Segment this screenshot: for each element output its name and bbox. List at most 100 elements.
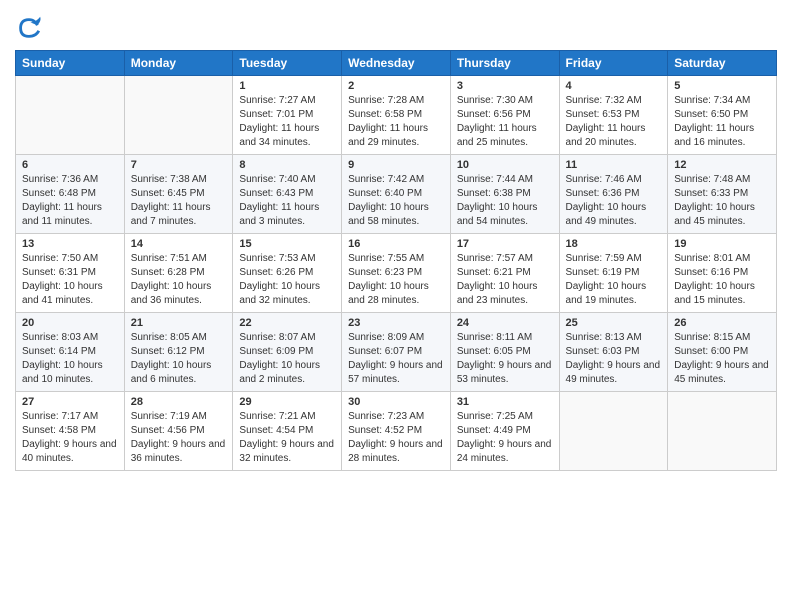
week-row-4: 20 Sunrise: 8:03 AMSunset: 6:14 PMDayligh… <box>16 313 777 392</box>
day-detail: Sunrise: 7:55 AMSunset: 6:23 PMDaylight:… <box>348 252 444 308</box>
day-detail: Sunrise: 7:59 AMSunset: 6:19 PMDaylight:… <box>566 252 662 308</box>
day-number: 5 <box>674 80 770 92</box>
day-number: 16 <box>348 238 444 250</box>
day-cell: 10 Sunrise: 7:44 AMSunset: 6:38 PMDayligh… <box>450 155 559 234</box>
weekday-header-friday: Friday <box>559 51 668 76</box>
day-detail: Sunrise: 7:44 AMSunset: 6:38 PMDaylight:… <box>457 173 553 229</box>
day-cell: 6 Sunrise: 7:36 AMSunset: 6:48 PMDaylight… <box>16 155 125 234</box>
week-row-1: 1 Sunrise: 7:27 AMSunset: 7:01 PMDaylight… <box>16 76 777 155</box>
day-cell <box>668 392 777 471</box>
day-number: 11 <box>566 159 662 171</box>
day-detail: Sunrise: 7:25 AMSunset: 4:49 PMDaylight:… <box>457 410 553 466</box>
day-cell <box>124 76 233 155</box>
day-detail: Sunrise: 7:32 AMSunset: 6:53 PMDaylight:… <box>566 94 662 150</box>
day-cell: 15Sunrise: 7:53 AMSunset: 6:26 PMDayligh… <box>233 234 342 313</box>
day-cell: 3 Sunrise: 7:30 AMSunset: 6:56 PMDaylight… <box>450 76 559 155</box>
day-cell: 24 Sunrise: 8:11 AMSunset: 6:05 PMDayligh… <box>450 313 559 392</box>
week-row-5: 27 Sunrise: 7:17 AMSunset: 4:58 PMDayligh… <box>16 392 777 471</box>
day-detail: Sunrise: 7:28 AMSunset: 6:58 PMDaylight:… <box>348 94 444 150</box>
day-number: 10 <box>457 159 553 171</box>
day-detail: Sunrise: 7:51 AMSunset: 6:28 PMDaylight:… <box>131 252 227 308</box>
day-cell: 25Sunrise: 8:13 AMSunset: 6:03 PMDayligh… <box>559 313 668 392</box>
day-cell: 19Sunrise: 8:01 AMSunset: 6:16 PMDayligh… <box>668 234 777 313</box>
day-cell: 26 Sunrise: 8:15 AMSunset: 6:00 PMDayligh… <box>668 313 777 392</box>
day-cell <box>16 76 125 155</box>
day-detail: Sunrise: 7:42 AMSunset: 6:40 PMDaylight:… <box>348 173 444 229</box>
day-cell: 4 Sunrise: 7:32 AMSunset: 6:53 PMDaylight… <box>559 76 668 155</box>
day-cell: 31 Sunrise: 7:25 AMSunset: 4:49 PMDayligh… <box>450 392 559 471</box>
day-detail: Sunrise: 7:23 AMSunset: 4:52 PMDaylight:… <box>348 410 444 466</box>
day-cell: 22Sunrise: 8:07 AMSunset: 6:09 PMDayligh… <box>233 313 342 392</box>
day-detail: Sunrise: 8:05 AMSunset: 6:12 PMDaylight:… <box>131 331 227 387</box>
day-detail: Sunrise: 7:38 AMSunset: 6:45 PMDaylight:… <box>131 173 227 229</box>
day-cell: 9 Sunrise: 7:42 AMSunset: 6:40 PMDaylight… <box>342 155 451 234</box>
day-cell: 13 Sunrise: 7:50 AMSunset: 6:31 PMDayligh… <box>16 234 125 313</box>
week-row-3: 13 Sunrise: 7:50 AMSunset: 6:31 PMDayligh… <box>16 234 777 313</box>
day-number: 1 <box>239 80 335 92</box>
page: SundayMondayTuesdayWednesdayThursdayFrid… <box>0 0 792 486</box>
day-number: 26 <box>674 317 770 329</box>
day-number: 12 <box>674 159 770 171</box>
day-number: 3 <box>457 80 553 92</box>
weekday-header-tuesday: Tuesday <box>233 51 342 76</box>
day-number: 9 <box>348 159 444 171</box>
day-detail: Sunrise: 7:30 AMSunset: 6:56 PMDaylight:… <box>457 94 553 150</box>
day-detail: Sunrise: 7:36 AMSunset: 6:48 PMDaylight:… <box>22 173 118 229</box>
day-cell: 30 Sunrise: 7:23 AMSunset: 4:52 PMDayligh… <box>342 392 451 471</box>
day-detail: Sunrise: 7:21 AMSunset: 4:54 PMDaylight:… <box>239 410 335 466</box>
day-number: 8 <box>239 159 335 171</box>
day-detail: Sunrise: 8:15 AMSunset: 6:00 PMDaylight:… <box>674 331 770 387</box>
day-detail: Sunrise: 7:17 AMSunset: 4:58 PMDaylight:… <box>22 410 118 466</box>
day-number: 29 <box>239 396 335 408</box>
day-detail: Sunrise: 8:03 AMSunset: 6:14 PMDaylight:… <box>22 331 118 387</box>
day-detail: Sunrise: 8:09 AMSunset: 6:07 PMDaylight:… <box>348 331 444 387</box>
weekday-header-row: SundayMondayTuesdayWednesdayThursdayFrid… <box>16 51 777 76</box>
day-cell: 2 Sunrise: 7:28 AMSunset: 6:58 PMDaylight… <box>342 76 451 155</box>
day-cell: 23Sunrise: 8:09 AMSunset: 6:07 PMDayligh… <box>342 313 451 392</box>
day-detail: Sunrise: 7:19 AMSunset: 4:56 PMDaylight:… <box>131 410 227 466</box>
day-cell: 28Sunrise: 7:19 AMSunset: 4:56 PMDayligh… <box>124 392 233 471</box>
day-cell: 14 Sunrise: 7:51 AMSunset: 6:28 PMDayligh… <box>124 234 233 313</box>
day-number: 20 <box>22 317 118 329</box>
day-detail: Sunrise: 7:34 AMSunset: 6:50 PMDaylight:… <box>674 94 770 150</box>
day-number: 6 <box>22 159 118 171</box>
day-number: 13 <box>22 238 118 250</box>
day-number: 4 <box>566 80 662 92</box>
day-number: 30 <box>348 396 444 408</box>
day-number: 22 <box>239 317 335 329</box>
calendar-table: SundayMondayTuesdayWednesdayThursdayFrid… <box>15 50 777 471</box>
day-cell: 5 Sunrise: 7:34 AMSunset: 6:50 PMDaylight… <box>668 76 777 155</box>
day-number: 21 <box>131 317 227 329</box>
day-detail: Sunrise: 7:57 AMSunset: 6:21 PMDaylight:… <box>457 252 553 308</box>
weekday-header-monday: Monday <box>124 51 233 76</box>
day-detail: Sunrise: 7:46 AMSunset: 6:36 PMDaylight:… <box>566 173 662 229</box>
weekday-header-wednesday: Wednesday <box>342 51 451 76</box>
day-number: 15 <box>239 238 335 250</box>
weekday-header-sunday: Sunday <box>16 51 125 76</box>
day-detail: Sunrise: 7:40 AMSunset: 6:43 PMDaylight:… <box>239 173 335 229</box>
day-cell: 21 Sunrise: 8:05 AMSunset: 6:12 PMDayligh… <box>124 313 233 392</box>
day-number: 17 <box>457 238 553 250</box>
header <box>15 10 777 42</box>
day-number: 27 <box>22 396 118 408</box>
day-cell: 29 Sunrise: 7:21 AMSunset: 4:54 PMDayligh… <box>233 392 342 471</box>
day-cell: 18 Sunrise: 7:59 AMSunset: 6:19 PMDayligh… <box>559 234 668 313</box>
day-cell <box>559 392 668 471</box>
day-detail: Sunrise: 8:13 AMSunset: 6:03 PMDaylight:… <box>566 331 662 387</box>
day-detail: Sunrise: 7:27 AMSunset: 7:01 PMDaylight:… <box>239 94 335 150</box>
day-number: 31 <box>457 396 553 408</box>
day-cell: 27 Sunrise: 7:17 AMSunset: 4:58 PMDayligh… <box>16 392 125 471</box>
day-detail: Sunrise: 7:50 AMSunset: 6:31 PMDaylight:… <box>22 252 118 308</box>
day-detail: Sunrise: 8:11 AMSunset: 6:05 PMDaylight:… <box>457 331 553 387</box>
logo <box>15 14 45 42</box>
day-cell: 16 Sunrise: 7:55 AMSunset: 6:23 PMDayligh… <box>342 234 451 313</box>
day-detail: Sunrise: 8:01 AMSunset: 6:16 PMDaylight:… <box>674 252 770 308</box>
day-cell: 11 Sunrise: 7:46 AMSunset: 6:36 PMDayligh… <box>559 155 668 234</box>
day-number: 14 <box>131 238 227 250</box>
day-number: 24 <box>457 317 553 329</box>
day-cell: 17 Sunrise: 7:57 AMSunset: 6:21 PMDayligh… <box>450 234 559 313</box>
day-cell: 7Sunrise: 7:38 AMSunset: 6:45 PMDaylight… <box>124 155 233 234</box>
day-number: 2 <box>348 80 444 92</box>
weekday-header-thursday: Thursday <box>450 51 559 76</box>
day-number: 18 <box>566 238 662 250</box>
